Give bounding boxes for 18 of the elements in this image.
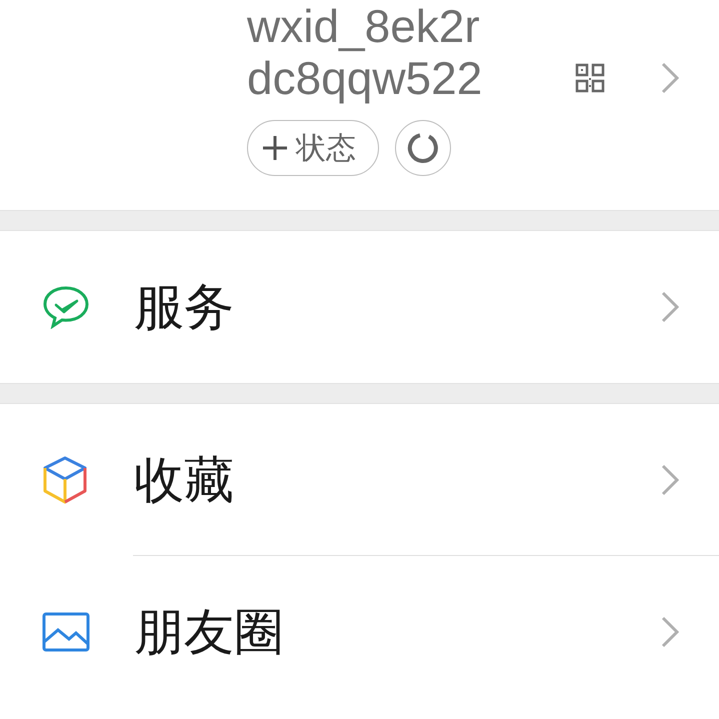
menu-item[interactable]: 服务	[0, 231, 719, 383]
refresh-icon	[407, 132, 439, 164]
menu-item[interactable]: 收藏	[0, 404, 719, 556]
menu-label: 收藏	[134, 450, 234, 510]
account-id: dc8qqw522	[247, 52, 482, 104]
chat-check-icon	[42, 285, 90, 329]
menu-label: 朋友圈	[134, 602, 284, 662]
account-id: wxid_8ek2r	[247, 0, 481, 52]
status-button[interactable]: 状态	[247, 120, 379, 176]
chevron-right-icon	[661, 291, 679, 323]
chevron-right-icon	[661, 464, 679, 496]
menu-item[interactable]: 朋友圈	[0, 556, 719, 708]
cube-icon	[42, 455, 88, 505]
chevron-right-icon	[661, 616, 679, 648]
picture-frame-icon	[42, 612, 90, 652]
plus-icon	[262, 135, 288, 161]
menu-label: 服务	[134, 276, 234, 338]
qr-code-icon[interactable]	[575, 63, 605, 93]
